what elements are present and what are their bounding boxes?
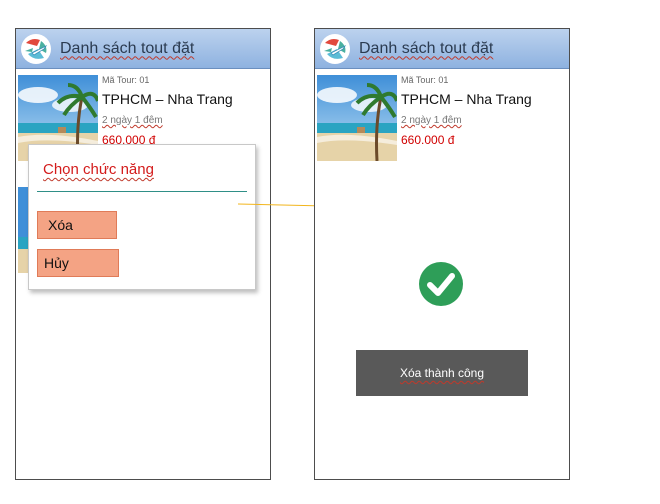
tour-duration: 2 ngày 1 đêm bbox=[102, 115, 163, 126]
function-dialog: Chọn chức năng Xóa Hủy bbox=[28, 144, 256, 290]
tour-thumbnail bbox=[317, 75, 397, 161]
tour-route: TPHCM – Nha Trang bbox=[102, 91, 233, 107]
header-title: Danh sách tout đặt bbox=[60, 39, 195, 57]
app-header: Danh sách tout đặt bbox=[16, 29, 270, 69]
header-title: Danh sách tout đặt bbox=[359, 39, 494, 57]
app-header: Danh sách tout đặt bbox=[315, 29, 569, 69]
success-toast: Xóa thành công bbox=[356, 350, 528, 396]
tour-code: Mã Tour: 01 bbox=[401, 75, 449, 85]
travel-logo-icon bbox=[320, 33, 350, 64]
delete-button[interactable]: Xóa bbox=[37, 211, 117, 239]
dialog-divider bbox=[37, 191, 247, 192]
tour-price: 660.000 đ bbox=[401, 133, 455, 147]
dialog-title: Chọn chức năng bbox=[43, 161, 154, 178]
toast-message: Xóa thành công bbox=[399, 366, 485, 380]
check-circle-icon bbox=[419, 262, 463, 306]
cancel-button[interactable]: Hủy bbox=[37, 249, 119, 277]
travel-logo-icon bbox=[21, 33, 51, 64]
tour-code: Mã Tour: 01 bbox=[102, 75, 150, 85]
tour-duration: 2 ngày 1 đêm bbox=[401, 115, 462, 126]
screen-delete-success: Danh sách tout đặt Mã Tour: 01 TPHCM – N… bbox=[314, 28, 570, 480]
tour-route: TPHCM – Nha Trang bbox=[401, 91, 532, 107]
tour-list-item[interactable]: Mã Tour: 01 TPHCM – Nha Trang 2 ngày 1 đ… bbox=[315, 75, 569, 167]
storyboard-canvas: Danh sách tout đặt Mã Tour: 01 TPHCM – N… bbox=[0, 0, 660, 504]
